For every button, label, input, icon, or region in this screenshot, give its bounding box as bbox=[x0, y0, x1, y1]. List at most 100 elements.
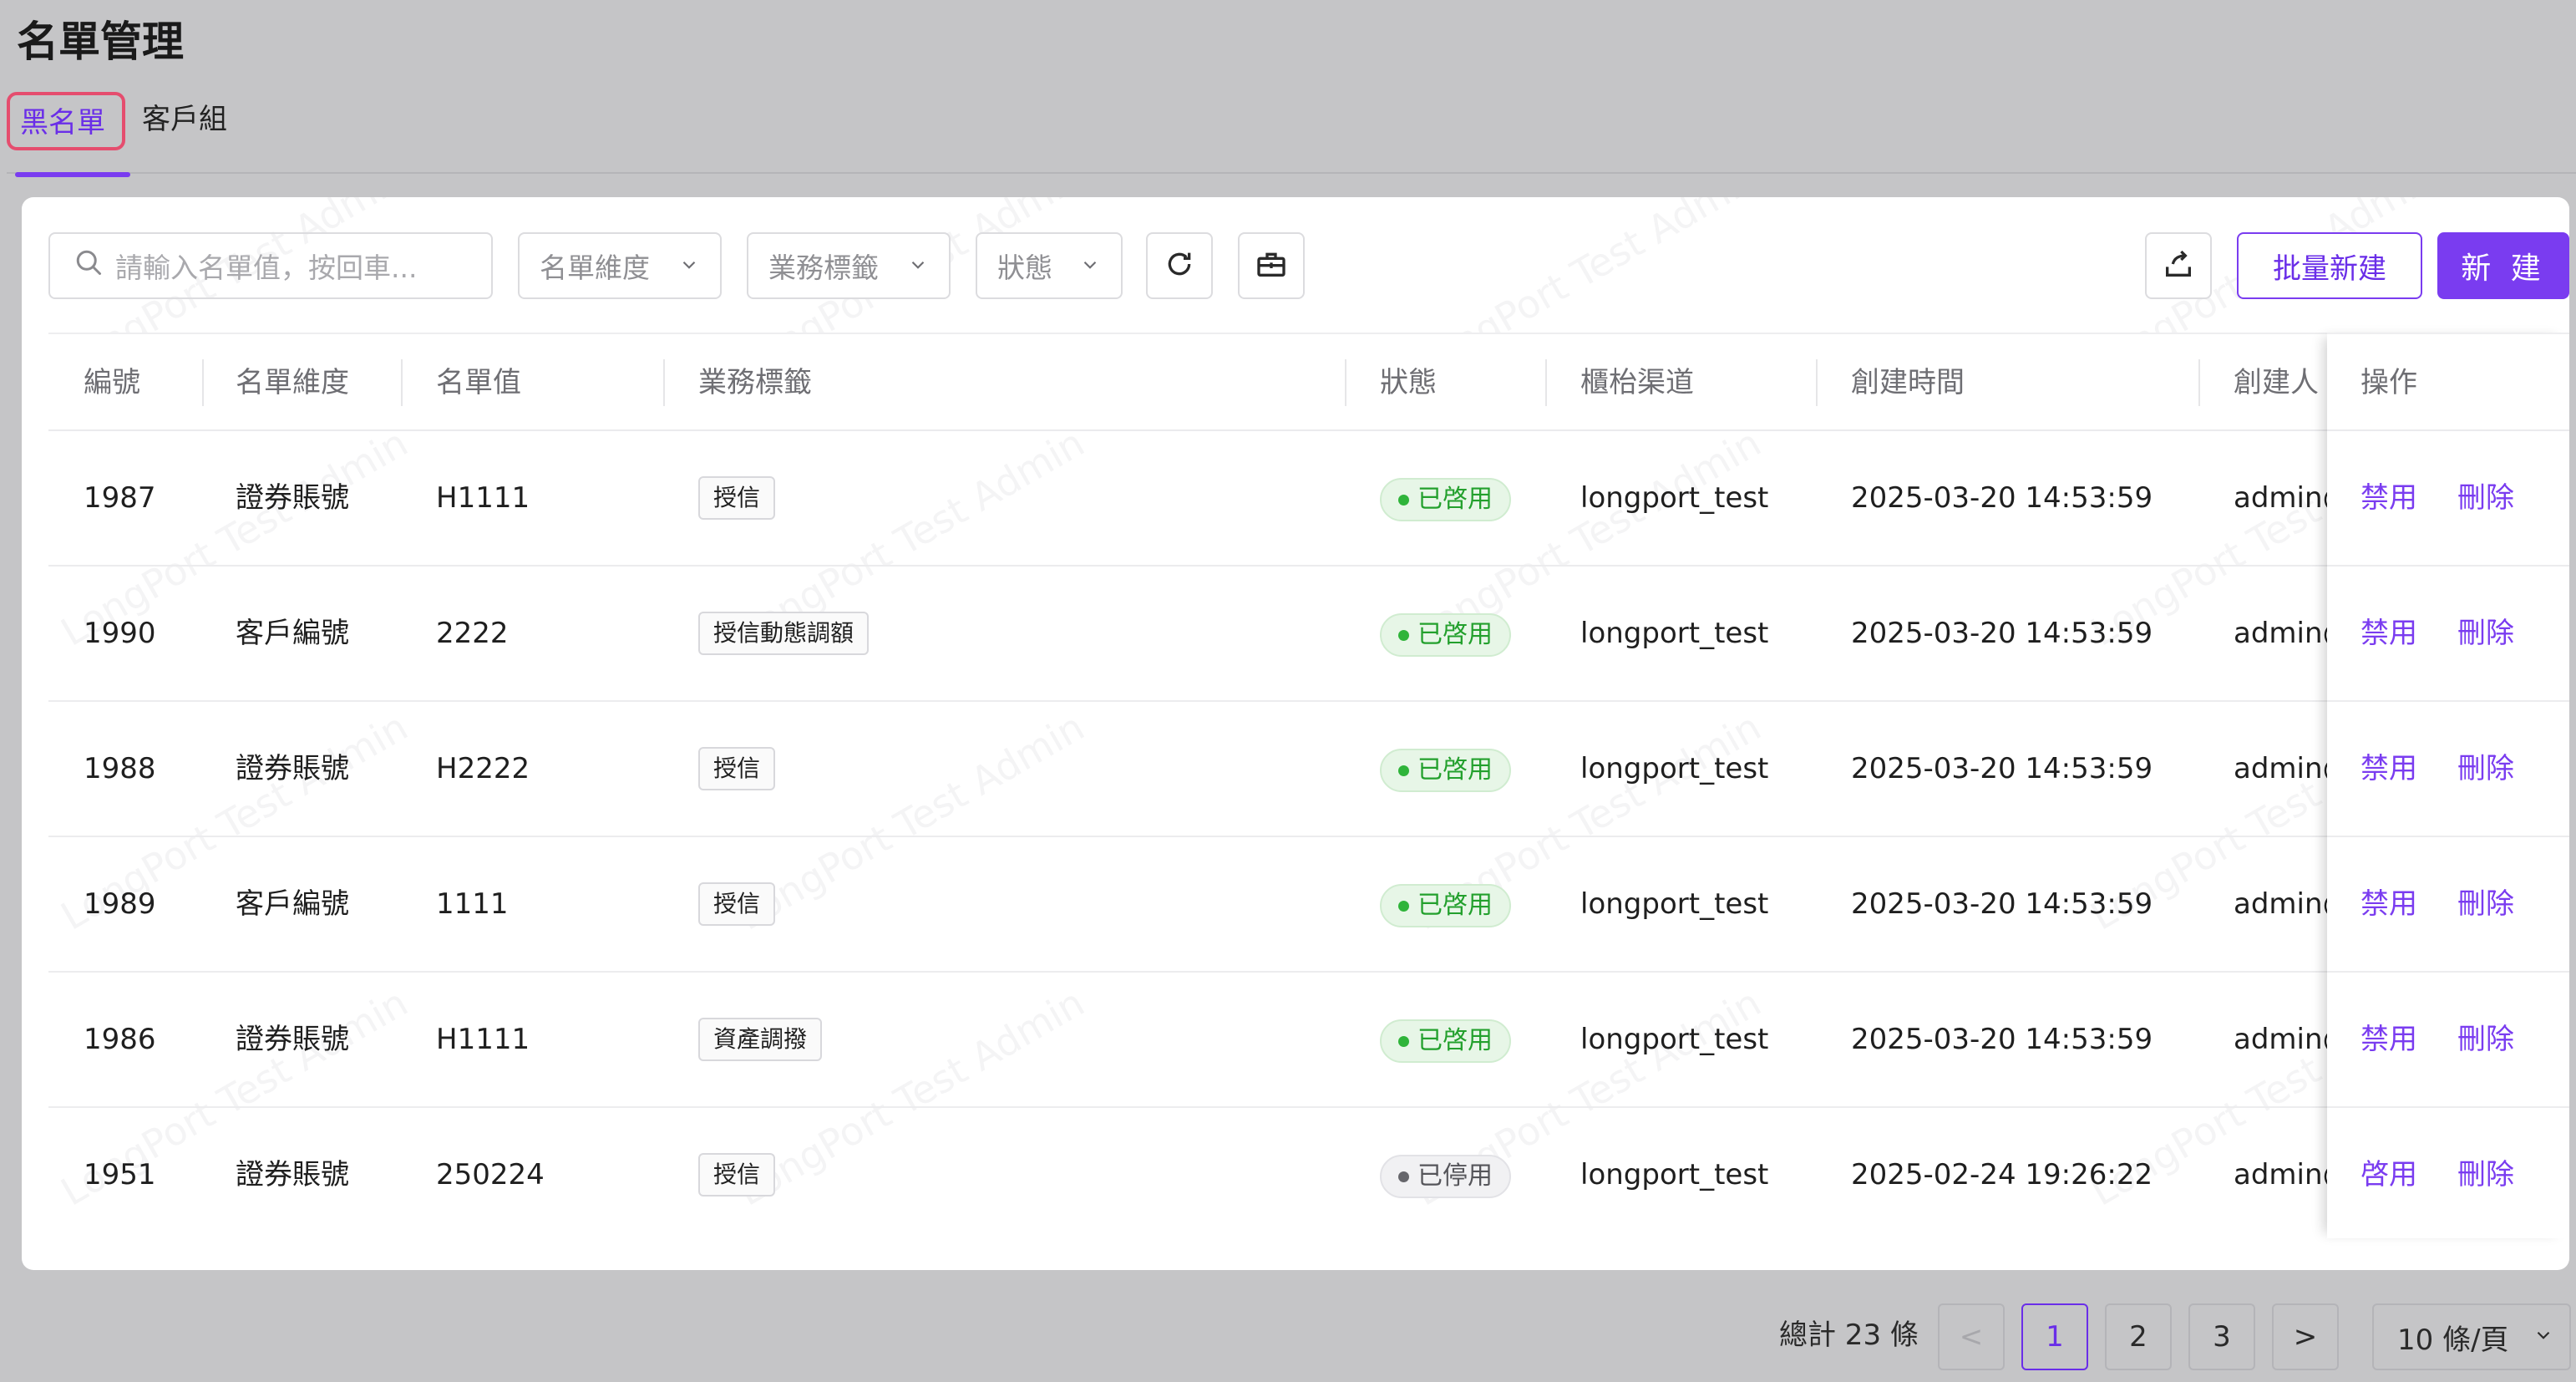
status-badge: 已停用 bbox=[1380, 1155, 1511, 1198]
refresh-button[interactable] bbox=[1146, 232, 1213, 299]
column-header-id: 編號 bbox=[84, 366, 140, 399]
cell-created-at: 2025-02-24 19:26:22 bbox=[1851, 1158, 2153, 1191]
cell-created-at: 2025-03-20 14:53:59 bbox=[1851, 1023, 2153, 1056]
export-icon bbox=[2162, 247, 2195, 284]
cell-value: 250224 bbox=[436, 1158, 545, 1191]
cell-channel: longport_test bbox=[1580, 1023, 1769, 1056]
disable-button[interactable]: 禁用 bbox=[2360, 431, 2417, 565]
cell-id: 1988 bbox=[84, 752, 156, 785]
column-header-actions: 操作 bbox=[2360, 366, 2417, 399]
actions-row: 禁用 刪除 bbox=[2327, 973, 2569, 1108]
cell-dimension: 證券賬號 bbox=[236, 1158, 349, 1191]
batch-create-button[interactable]: 批量新建 bbox=[2237, 232, 2422, 299]
cell-id: 1951 bbox=[84, 1158, 156, 1191]
cell-id: 1987 bbox=[84, 481, 156, 515]
cell-created-at: 2025-03-20 14:53:59 bbox=[1851, 752, 2153, 785]
cell-dimension: 證券賬號 bbox=[236, 481, 349, 515]
actions-row: 禁用 刪除 bbox=[2327, 837, 2569, 973]
export-button[interactable] bbox=[2145, 232, 2212, 299]
dimension-filter-label: 名單維度 bbox=[540, 252, 650, 284]
table-row: 1986 證券賬號 H1111 資產調撥 已啓用 longport_test 2… bbox=[48, 973, 2569, 1108]
prev-page-button[interactable]: < bbox=[1938, 1303, 2005, 1370]
page-size-select[interactable]: 10 條/頁 bbox=[2372, 1303, 2571, 1370]
cell-created-at: 2025-03-20 14:53:59 bbox=[1851, 617, 2153, 650]
status-badge: 已啓用 bbox=[1380, 613, 1511, 657]
disable-button[interactable]: 禁用 bbox=[2360, 702, 2417, 836]
cell-created-at: 2025-03-20 14:53:59 bbox=[1851, 481, 2153, 515]
actions-row: 禁用 刪除 bbox=[2327, 431, 2569, 567]
page-button-1[interactable]: 1 bbox=[2021, 1303, 2088, 1370]
next-page-button[interactable]: > bbox=[2272, 1303, 2339, 1370]
status-label: 已啓用 bbox=[1417, 620, 1493, 649]
cell-dimension: 證券賬號 bbox=[236, 1023, 349, 1056]
search-input[interactable]: 請輸入名單值，按回車... bbox=[48, 232, 493, 299]
table-row: 1951 證券賬號 250224 授信 已停用 longport_test 20… bbox=[48, 1108, 2569, 1243]
delete-button[interactable]: 刪除 bbox=[2457, 567, 2514, 700]
status-dot-icon bbox=[1398, 1035, 1409, 1047]
chevron-down-icon bbox=[907, 250, 929, 282]
table-row: 1987 證券賬號 H1111 授信 已啓用 longport_test 202… bbox=[48, 431, 2569, 567]
cell-value: 2222 bbox=[436, 617, 509, 650]
cell-dimension: 證券賬號 bbox=[236, 752, 349, 785]
column-header-created-at: 創建時間 bbox=[1851, 366, 1965, 399]
column-header-creator: 創建人 bbox=[2234, 366, 2319, 399]
table-row: 1990 客戶編號 2222 授信動態調額 已啓用 longport_test … bbox=[48, 567, 2569, 702]
dimension-filter[interactable]: 名單維度 bbox=[518, 232, 722, 299]
column-header-channel: 櫃枱渠道 bbox=[1580, 366, 1694, 399]
cell-dimension: 客戶編號 bbox=[236, 617, 349, 650]
tag-filter[interactable]: 業務標籤 bbox=[747, 232, 951, 299]
cell-value: H1111 bbox=[436, 1023, 530, 1056]
page-button-3[interactable]: 3 bbox=[2188, 1303, 2255, 1370]
cell-created-at: 2025-03-20 14:53:59 bbox=[1851, 887, 2153, 921]
cell-channel: longport_test bbox=[1580, 617, 1769, 650]
enable-button[interactable]: 啓用 bbox=[2360, 1108, 2417, 1242]
column-separator bbox=[663, 359, 665, 406]
delete-button[interactable]: 刪除 bbox=[2457, 431, 2514, 565]
cell-channel: longport_test bbox=[1580, 887, 1769, 921]
status-dot-icon bbox=[1398, 494, 1409, 506]
refresh-icon bbox=[1163, 247, 1196, 284]
toolbox-button[interactable] bbox=[1238, 232, 1305, 299]
status-label: 已啓用 bbox=[1417, 1026, 1493, 1055]
status-badge: 已啓用 bbox=[1380, 1019, 1511, 1063]
tab-customer-group[interactable]: 客戶組 bbox=[132, 92, 237, 150]
status-label: 已啓用 bbox=[1417, 485, 1493, 514]
status-badge: 已啓用 bbox=[1380, 749, 1511, 792]
delete-button[interactable]: 刪除 bbox=[2457, 1108, 2514, 1242]
cell-value: H1111 bbox=[436, 481, 530, 515]
delete-button[interactable]: 刪除 bbox=[2457, 702, 2514, 836]
tag-filter-label: 業務標籤 bbox=[768, 252, 879, 284]
cell-value: H2222 bbox=[436, 752, 530, 785]
disable-button[interactable]: 禁用 bbox=[2360, 567, 2417, 700]
status-filter[interactable]: 狀態 bbox=[976, 232, 1123, 299]
delete-button[interactable]: 刪除 bbox=[2457, 837, 2514, 971]
business-tag: 授信動態調額 bbox=[698, 612, 870, 655]
delete-button[interactable]: 刪除 bbox=[2457, 973, 2514, 1106]
page-button-2[interactable]: 2 bbox=[2105, 1303, 2172, 1370]
chevron-down-icon bbox=[1079, 250, 1101, 282]
cell-channel: longport_test bbox=[1580, 752, 1769, 785]
business-tag: 授信 bbox=[698, 1153, 776, 1197]
cell-id: 1990 bbox=[84, 617, 156, 650]
chevron-down-icon bbox=[678, 250, 700, 282]
column-separator bbox=[1345, 359, 1346, 406]
cell-channel: longport_test bbox=[1580, 481, 1769, 515]
cell-channel: longport_test bbox=[1580, 1158, 1769, 1191]
create-button[interactable]: 新 建 bbox=[2437, 232, 2569, 299]
page-title: 名單管理 bbox=[17, 18, 184, 66]
cell-id: 1989 bbox=[84, 887, 156, 921]
chevron-right-icon: > bbox=[2293, 1320, 2318, 1354]
table-header: 編號 名單維度 名單值 業務標籤 狀態 櫃枱渠道 創建時間 創建人 bbox=[48, 333, 2569, 431]
business-tag: 資產調撥 bbox=[698, 1018, 823, 1061]
status-dot-icon bbox=[1398, 900, 1409, 912]
status-dot-icon bbox=[1398, 1171, 1409, 1182]
blacklist-table: 編號 名單維度 名單值 業務標籤 狀態 櫃枱渠道 創建時間 創建人 1987 證… bbox=[48, 333, 2569, 1243]
toolbox-icon bbox=[1255, 247, 1288, 284]
disable-button[interactable]: 禁用 bbox=[2360, 973, 2417, 1106]
disable-button[interactable]: 禁用 bbox=[2360, 837, 2417, 971]
tab-blacklist[interactable]: 黑名單 bbox=[7, 92, 130, 177]
business-tag: 授信 bbox=[698, 882, 776, 926]
business-tag: 授信 bbox=[698, 747, 776, 790]
column-header-status: 狀態 bbox=[1380, 366, 1437, 399]
chevron-left-icon: < bbox=[1959, 1320, 1984, 1354]
